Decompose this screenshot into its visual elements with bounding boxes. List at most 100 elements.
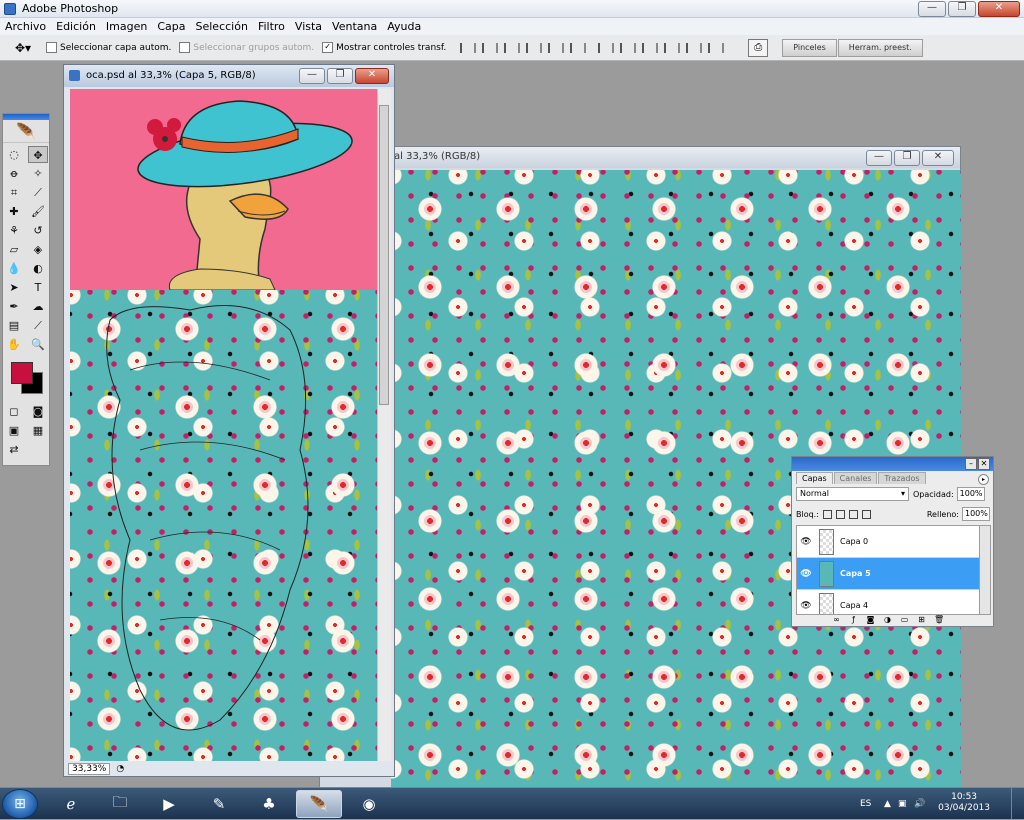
clone-stamp-tool-icon[interactable]: ⚘ — [4, 222, 24, 239]
history-brush-tool-icon[interactable]: ↺ — [28, 222, 48, 239]
document-front-close-button[interactable]: ✕ — [355, 68, 389, 84]
file-browser-icon[interactable]: ⎙ — [748, 38, 769, 57]
distribute-left-icon[interactable] — [664, 42, 681, 53]
lock-all-icon[interactable] — [861, 509, 871, 519]
document-front-canvas[interactable] — [70, 89, 377, 761]
show-hidden-icons-icon[interactable]: ▲ — [884, 799, 891, 809]
tab-herram-preest[interactable]: Herram. preest. — [837, 38, 923, 57]
align-top-icon[interactable] — [460, 42, 477, 53]
menu-capa[interactable]: Capa — [152, 20, 190, 33]
shape-tool-icon[interactable]: ☁ — [28, 298, 48, 315]
align-left-icon[interactable] — [526, 42, 543, 53]
show-transform-checkbox[interactable]: ✓ — [322, 42, 334, 53]
blur-tool-icon[interactable]: 💧 — [4, 260, 24, 277]
quick-mask-mode-icon[interactable]: ◙ — [28, 403, 48, 420]
messenger-icon[interactable]: ♣ — [246, 790, 292, 818]
menu-ayuda[interactable]: Ayuda — [382, 20, 426, 33]
type-tool-icon[interactable]: T — [28, 279, 48, 296]
menu-archivo[interactable]: Archivo — [0, 20, 51, 33]
new-layer-icon[interactable]: ⊞ — [917, 615, 926, 624]
opacity-input[interactable]: 100% — [956, 487, 985, 501]
photoshop-taskbar-icon[interactable]: 🪶 — [296, 790, 342, 818]
distribute-top-icon[interactable] — [598, 42, 615, 53]
path-selection-tool-icon[interactable]: ➤ — [4, 279, 24, 296]
tab-trazados[interactable]: Trazados — [878, 472, 926, 484]
menu-edicion[interactable]: Edición — [51, 20, 101, 33]
layer-style-icon[interactable]: ƒ — [849, 615, 858, 624]
brush-tool-icon[interactable]: 🖌 — [28, 203, 48, 220]
maximize-button[interactable]: ❐ — [948, 1, 976, 17]
healing-brush-tool-icon[interactable]: ✚ — [4, 203, 24, 220]
menu-imagen[interactable]: Imagen — [101, 20, 152, 33]
layer-row-capa-5[interactable]: 👁 Capa 5 — [797, 558, 980, 590]
file-explorer-icon[interactable]: 🗀 — [97, 790, 143, 818]
menu-ventana[interactable]: Ventana — [327, 20, 382, 33]
crop-tool-icon[interactable]: ⌗ — [4, 184, 24, 201]
zoom-level-field[interactable]: 33,33% — [68, 762, 111, 775]
move-tool-icon[interactable]: ✥ — [28, 146, 48, 163]
layers-panel-grip[interactable]: – ✕ — [792, 457, 993, 471]
lasso-tool-icon[interactable]: ꝋ — [4, 165, 24, 182]
jump-to-imageready-icon[interactable]: ⇄ — [4, 441, 24, 458]
document-front-title-bar[interactable]: oca.psd al 33,3% (Capa 5, RGB/8) — ❐ ✕ — [64, 65, 394, 87]
document-front-maximize-button[interactable]: ❐ — [327, 68, 353, 84]
layers-panel-close-button[interactable]: ✕ — [978, 458, 990, 470]
lock-position-icon[interactable] — [848, 509, 858, 519]
lock-transparency-icon[interactable] — [822, 509, 832, 519]
chrome-icon[interactable]: ◉ — [346, 790, 392, 818]
panel-menu-icon[interactable]: ▸ — [978, 474, 989, 485]
lock-pixels-icon[interactable] — [835, 509, 845, 519]
distribute-center-icon[interactable] — [686, 42, 703, 53]
paint-bucket-tool-icon[interactable]: ◈ — [28, 241, 48, 258]
tab-capas[interactable]: Capas — [796, 472, 833, 484]
document-back-close-button[interactable]: ✕ — [922, 150, 954, 166]
layers-panel-minimize-button[interactable]: – — [965, 458, 977, 470]
standard-mode-icon[interactable]: ◻ — [4, 403, 24, 420]
show-desktop-button[interactable] — [1011, 788, 1024, 820]
adjustment-layer-icon[interactable]: ◑ — [883, 615, 892, 624]
align-bottom-icon[interactable] — [504, 42, 521, 53]
layer-visibility-eye-icon[interactable]: 👁 — [797, 569, 815, 579]
document-back-maximize-button[interactable]: ❐ — [894, 150, 920, 166]
clock[interactable]: 10:53 03/04/2013 — [938, 792, 990, 814]
zoom-tool-icon[interactable]: 🔍 — [28, 336, 48, 353]
layer-visibility-eye-icon[interactable]: 👁 — [797, 601, 815, 611]
status-info-icon[interactable]: ◔ — [116, 764, 124, 774]
minimize-button[interactable]: — — [918, 1, 946, 17]
document-back-minimize-button[interactable]: — — [866, 150, 892, 166]
notes-tool-icon[interactable]: ▤ — [4, 317, 24, 334]
auto-select-layer-checkbox[interactable] — [46, 42, 57, 53]
document-front-scroll-thumb[interactable] — [379, 105, 389, 405]
eyedropper-tool-icon[interactable]: ⟋ — [28, 317, 48, 334]
layer-row-capa-4[interactable]: 👁 Capa 4 — [797, 590, 980, 614]
blend-mode-select[interactable]: Normal — [796, 487, 909, 501]
foreground-color-swatch[interactable] — [11, 362, 33, 384]
close-button[interactable]: ✕ — [978, 1, 1020, 17]
show-transform-option[interactable]: ✓ Mostrar controles transf. — [322, 42, 446, 53]
network-icon[interactable]: ▣ — [898, 799, 907, 809]
tab-canales[interactable]: Canales — [833, 472, 878, 484]
paint-app-icon[interactable]: ✎ — [196, 790, 242, 818]
hand-tool-icon[interactable]: ✋ — [4, 336, 24, 353]
start-button[interactable]: ⊞ — [2, 789, 38, 819]
document-front-vertical-scrollbar[interactable] — [377, 89, 391, 761]
link-layers-icon[interactable]: ∞ — [832, 615, 841, 624]
document-front-minimize-button[interactable]: — — [299, 68, 325, 84]
magic-wand-tool-icon[interactable]: ✧ — [28, 165, 48, 182]
screen-mode-icon[interactable]: ▣ — [4, 422, 24, 439]
tab-pinceles[interactable]: Pinceles — [782, 38, 837, 57]
new-group-icon[interactable]: ▭ — [900, 615, 909, 624]
layers-list-scrollbar[interactable] — [979, 525, 991, 615]
marquee-tool-icon[interactable]: ◌ — [4, 146, 24, 163]
menu-seleccion[interactable]: Selección — [191, 20, 253, 33]
delete-layer-icon[interactable]: 🗑 — [934, 615, 944, 624]
internet-explorer-icon[interactable]: ℯ — [48, 790, 94, 818]
add-mask-icon[interactable]: ◙ — [866, 615, 875, 624]
auto-select-layer-option[interactable]: Seleccionar capa autom. — [46, 42, 171, 53]
distribute-bottom-icon[interactable] — [642, 42, 659, 53]
align-middle-icon[interactable] — [482, 42, 499, 53]
pen-tool-icon[interactable]: ✒ — [4, 298, 24, 315]
dodge-tool-icon[interactable]: ◐ — [28, 260, 48, 277]
full-screen-mode-icon[interactable]: ▦ — [28, 422, 48, 439]
media-player-icon[interactable]: ▶ — [146, 790, 192, 818]
